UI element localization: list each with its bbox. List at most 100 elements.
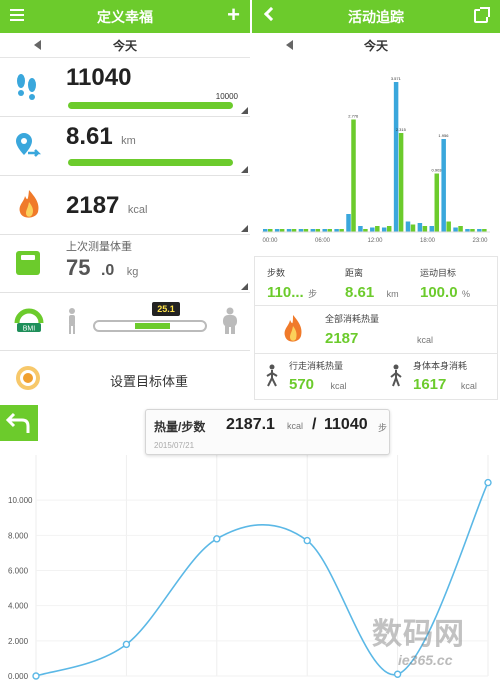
walking-person-icon	[266, 364, 278, 387]
weight-label: 上次测量体重	[66, 241, 132, 253]
x-tick-label: 23:00	[472, 238, 488, 244]
prev-day-icon[interactable]	[286, 40, 293, 50]
activity-bar-blue	[429, 226, 435, 232]
steps-goal: 10000	[215, 92, 238, 101]
stats-row-2: 全部消耗热量 2187 kcal	[254, 306, 498, 354]
goal-stat-unit: %	[462, 289, 471, 299]
return-button[interactable]	[0, 405, 38, 441]
popup-label: 热量/步数	[154, 420, 206, 434]
bottom-panel: 0.000 2.000 4.000 6.000 8.000 10.000 热量/步数 21…	[0, 405, 500, 681]
bar-value-label: 0.903	[432, 168, 443, 173]
activity-bar-green	[434, 173, 440, 232]
activity-bar-chart: 2.776 3.571 2.315 1.956 0.903 00:00 06:00 12:00…	[262, 76, 490, 244]
activity-bar-blue	[453, 227, 458, 232]
walk-cal: 570 kcal	[289, 376, 347, 394]
share-icon[interactable]	[474, 7, 490, 23]
activity-bar-green	[375, 226, 380, 232]
y-tick-label: 4.000	[8, 602, 29, 611]
distance-row[interactable]: 8.61 km	[0, 117, 250, 176]
bmi-icon-text: BMI	[23, 326, 36, 333]
popup-steps-unit: 步	[378, 423, 388, 433]
popup-separator: /	[312, 416, 317, 433]
target-weight-row[interactable]: 设置目标体重	[0, 351, 250, 405]
total-cal-unit: kcal	[417, 335, 434, 345]
stats-row-3: 行走消耗热量 570 kcal 身体本身消耗 1617 kcal	[254, 354, 498, 400]
left-topbar: 定义幸福 +	[0, 0, 250, 33]
activity-bar-green	[422, 226, 428, 232]
activity-bar-green	[351, 119, 356, 232]
prev-day-icon[interactable]	[34, 40, 41, 50]
distance-stat: 8.61 km	[345, 284, 399, 302]
goal-stat: 100.0 %	[420, 284, 470, 302]
steps-stat-value: 110...	[267, 284, 304, 301]
target-weight-label: 设置目标体重	[110, 374, 189, 389]
left-date-bar: 今天	[0, 33, 250, 58]
calories-unit: kcal	[127, 204, 148, 216]
distance-progress-bar	[68, 159, 233, 166]
x-tick-label: 12:00	[367, 238, 383, 244]
activity-bar-green	[386, 226, 392, 232]
distance-display: 8.61 km	[66, 123, 136, 151]
expand-corner-icon[interactable]	[241, 283, 248, 290]
body-cal: 1617 kcal	[413, 376, 477, 394]
bmi-range-fill	[135, 323, 171, 329]
steps-row[interactable]: 11040 10000	[0, 58, 250, 117]
data-point	[484, 478, 492, 487]
popup-calories: 2187.1	[226, 416, 275, 433]
calories-row[interactable]: 2187 kcal	[0, 176, 250, 235]
thin-person-icon	[69, 308, 75, 334]
activity-bar-blue	[358, 226, 363, 232]
activity-bar-blue	[370, 227, 375, 232]
total-cal-label: 全部消耗热量	[325, 314, 380, 324]
x-tick-label: 18:00	[420, 238, 436, 244]
heavy-person-icon	[223, 307, 237, 334]
bmi-row[interactable]: BMI 25.1	[0, 293, 250, 351]
bar-value-label: 1.956	[438, 133, 449, 138]
data-point	[32, 672, 40, 680]
bar-value-label: 3.571	[391, 76, 402, 81]
bmi-value-bubble: 25.1	[152, 302, 180, 316]
y-tick-label: 6.000	[8, 567, 29, 576]
activity-bar-blue	[393, 82, 399, 232]
distance-stat-unit: km	[386, 289, 399, 299]
return-arrow-icon	[5, 412, 30, 433]
left-title: 定义幸福	[97, 8, 153, 25]
stats-row-1: 步数 110... 步 距离 8.61 km 运动目标 100.0 %	[254, 256, 498, 306]
walk-cal-label: 行走消耗热量	[289, 361, 344, 371]
activity-bar-green	[410, 224, 416, 232]
standing-person-icon	[390, 364, 402, 387]
flame-icon	[19, 190, 39, 218]
expand-corner-icon[interactable]	[241, 225, 248, 232]
distance-value: 8.61	[66, 123, 113, 150]
steps-stat: 110... 步	[267, 284, 317, 302]
expand-corner-icon[interactable]	[241, 107, 248, 114]
weight-display: 75 .0 kg	[66, 255, 138, 281]
flame-icon	[284, 315, 302, 342]
right-topbar: 活动追踪	[252, 0, 500, 33]
popup-calories-unit: kcal	[287, 421, 304, 431]
weight-value: 75	[66, 255, 91, 280]
distance-stat-value: 8.61	[345, 284, 375, 301]
add-icon[interactable]: +	[227, 4, 240, 26]
weight-decimal: .0	[100, 262, 115, 279]
bar-value-label: 2.776	[348, 114, 359, 119]
distance-unit: km	[121, 135, 136, 147]
goal-stat-value: 100.0	[420, 284, 458, 301]
total-cal-value: 2187	[325, 330, 359, 347]
data-point	[303, 536, 311, 545]
activity-bar-blue	[441, 139, 446, 232]
scale-icon	[16, 251, 40, 275]
steps-stat-label: 步数	[267, 268, 286, 278]
bmi-gauge-icon: BMI	[14, 308, 44, 333]
bmi-slider-track[interactable]	[93, 320, 207, 332]
calories-display: 2187 kcal	[66, 192, 147, 220]
footsteps-icon	[17, 74, 36, 100]
y-tick-label: 8.000	[8, 531, 29, 540]
watermark-domain: ie365.cc	[398, 652, 453, 668]
weight-row[interactable]: 上次测量体重 75 .0 kg	[0, 235, 250, 293]
expand-corner-icon[interactable]	[241, 166, 248, 173]
popup-steps: 11040	[324, 416, 368, 433]
body-cal-value: 1617	[413, 376, 447, 393]
distance-stat-label: 距离	[345, 268, 364, 278]
x-tick-label: 06:00	[315, 238, 331, 244]
